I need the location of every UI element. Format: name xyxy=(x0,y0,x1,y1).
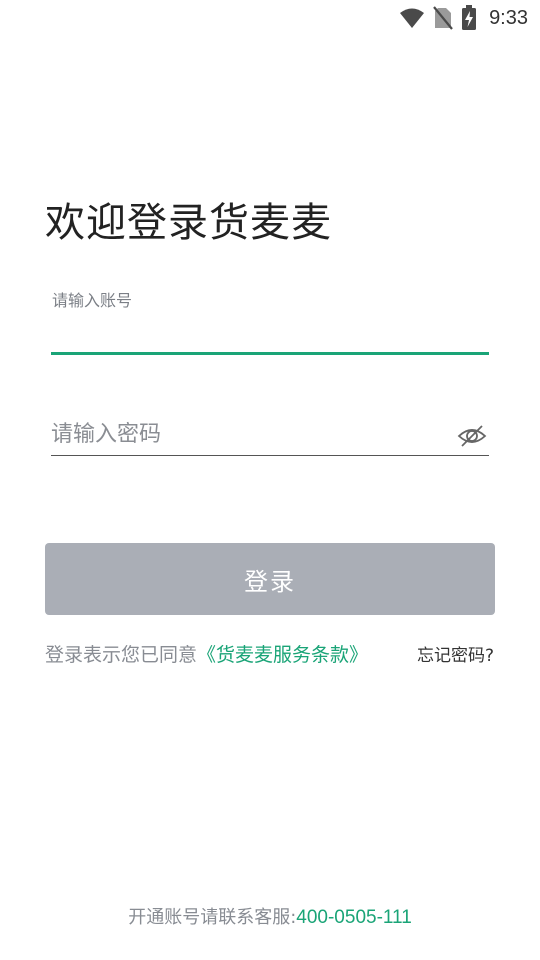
support-phone-link[interactable]: 400-0505-111 xyxy=(296,907,412,928)
account-field-label: 请输入账号 xyxy=(52,291,133,310)
login-button[interactable]: 登录 xyxy=(45,543,495,615)
battery-charging-icon xyxy=(461,5,477,31)
password-input[interactable] xyxy=(51,414,451,454)
agreement-prefix: 登录表示您已同意 xyxy=(45,644,198,666)
clock: 9:33 xyxy=(489,6,528,29)
status-icons: 9:33 xyxy=(399,5,528,31)
terms-of-service-link[interactable]: 《货麦麦服务条款》 xyxy=(197,644,368,666)
status-bar: 9:33 xyxy=(0,0,540,36)
password-input-underline xyxy=(51,455,489,456)
footer-prefix: 开通账号请联系客服: xyxy=(128,907,297,928)
account-input[interactable] xyxy=(51,310,489,350)
no-sim-icon xyxy=(433,6,453,30)
forgot-password-link[interactable]: 忘记密码? xyxy=(417,641,494,666)
account-input-underline xyxy=(51,352,489,355)
agreement-text: 登录表示您已同意《货麦麦服务条款》 xyxy=(45,640,368,667)
page-title: 欢迎登录货麦麦 xyxy=(45,200,332,246)
footer-contact: 开通账号请联系客服:400-0505-111 xyxy=(0,903,540,929)
wifi-icon xyxy=(399,7,425,29)
eye-off-icon[interactable] xyxy=(456,422,488,450)
